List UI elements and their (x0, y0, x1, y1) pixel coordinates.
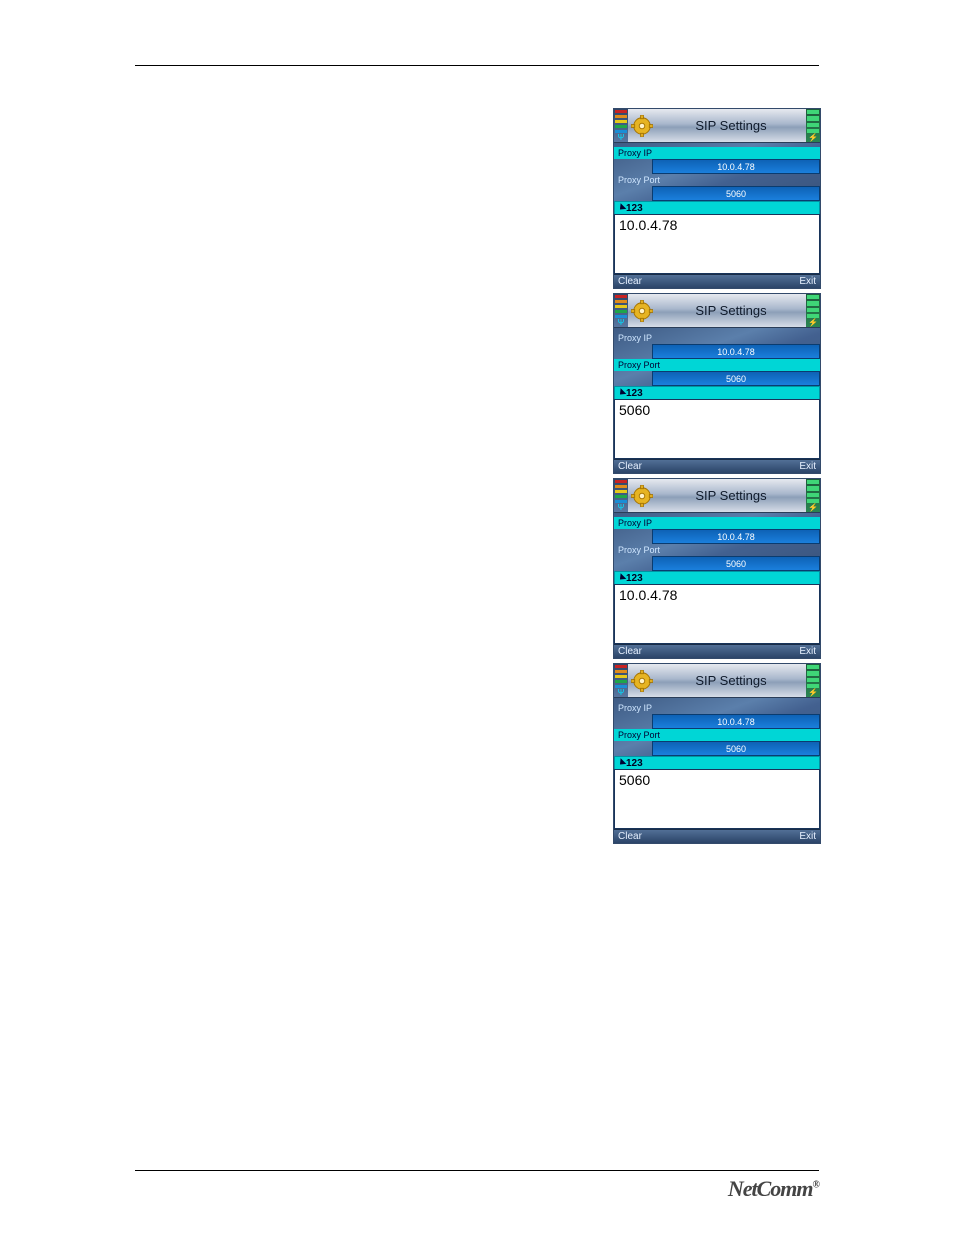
proxy-ip-label: Proxy IP (614, 703, 652, 713)
proxy-port-label: Proxy Port (614, 360, 660, 370)
screen-title: SIP Settings (656, 664, 806, 697)
softkey-bar: Clear Exit (614, 829, 820, 843)
screen-header: Ψ SIP Settings ⚡ (614, 294, 820, 328)
signal-icon: Ψ (614, 109, 628, 142)
input-field[interactable]: 10.0.4.78 (614, 584, 820, 644)
input-field[interactable]: 5060 (614, 399, 820, 459)
softkey-clear[interactable]: Clear (618, 831, 642, 842)
signal-icon: Ψ (614, 479, 628, 512)
screen-header: Ψ SIP Settings ⚡ (614, 664, 820, 698)
proxy-port-field[interactable]: Proxy Port 5060 (614, 544, 820, 571)
softkey-bar: Clear Exit (614, 459, 820, 473)
proxy-ip-field[interactable]: Proxy IP 10.0.4.78 (614, 517, 820, 544)
gear-icon (628, 294, 656, 327)
gear-icon (628, 109, 656, 142)
proxy-port-label: Proxy Port (614, 175, 660, 185)
screen-header: Ψ SIP Settings ⚡ (614, 479, 820, 513)
proxy-port-field[interactable]: Proxy Port 5060 (614, 359, 820, 386)
proxy-port-field[interactable]: Proxy Port 5060 (614, 729, 820, 756)
screen-4: Ψ SIP Settings ⚡ Proxy IP 10.0.4.78 Prox… (613, 663, 821, 844)
screen-body: Proxy IP 10.0.4.78 Proxy Port 5060 (614, 143, 820, 201)
softkey-exit[interactable]: Exit (799, 831, 816, 842)
screen-title: SIP Settings (656, 294, 806, 327)
brand-logo-mark: ® (813, 1180, 819, 1191)
battery-icon: ⚡ (806, 294, 820, 327)
softkey-bar: Clear Exit (614, 644, 820, 658)
screen-3: Ψ SIP Settings ⚡ Proxy IP 10.0.4.78 Prox… (613, 478, 821, 659)
battery-icon: ⚡ (806, 479, 820, 512)
proxy-port-label: Proxy Port (614, 545, 660, 555)
input-mode-indicator: 123 (614, 756, 820, 769)
screen-title: SIP Settings (656, 479, 806, 512)
softkey-exit[interactable]: Exit (799, 646, 816, 657)
proxy-port-field[interactable]: Proxy Port 5060 (614, 174, 820, 201)
proxy-ip-label: Proxy IP (614, 518, 652, 528)
input-mode-indicator: 123 (614, 386, 820, 399)
softkey-bar: Clear Exit (614, 274, 820, 288)
input-mode-indicator: 123 (614, 201, 820, 214)
brand-logo-text: NetComm (728, 1176, 813, 1201)
softkey-exit[interactable]: Exit (799, 461, 816, 472)
top-rule (135, 65, 819, 66)
screen-2: Ψ SIP Settings ⚡ Proxy IP 10.0.4.78 Prox… (613, 293, 821, 474)
proxy-ip-label: Proxy IP (614, 333, 652, 343)
proxy-ip-value: 10.0.4.78 (652, 529, 820, 544)
screen-stack: Ψ SIP Settings ⚡ Proxy IP 10.0.4.78 Prox… (613, 108, 821, 848)
proxy-ip-value: 10.0.4.78 (652, 714, 820, 729)
proxy-port-value: 5060 (652, 186, 820, 201)
bottom-rule (135, 1170, 819, 1171)
screen-header: Ψ SIP Settings ⚡ (614, 109, 820, 143)
softkey-clear[interactable]: Clear (618, 461, 642, 472)
input-mode-indicator: 123 (614, 571, 820, 584)
battery-icon: ⚡ (806, 109, 820, 142)
screen-body: Proxy IP 10.0.4.78 Proxy Port 5060 (614, 698, 820, 756)
proxy-port-value: 5060 (652, 371, 820, 386)
proxy-ip-label: Proxy IP (614, 148, 652, 158)
gear-icon (628, 664, 656, 697)
signal-icon: Ψ (614, 664, 628, 697)
proxy-port-label: Proxy Port (614, 730, 660, 740)
signal-icon: Ψ (614, 294, 628, 327)
softkey-clear[interactable]: Clear (618, 646, 642, 657)
battery-icon: ⚡ (806, 664, 820, 697)
proxy-ip-field[interactable]: Proxy IP 10.0.4.78 (614, 702, 820, 729)
softkey-clear[interactable]: Clear (618, 276, 642, 287)
screen-title: SIP Settings (656, 109, 806, 142)
proxy-port-value: 5060 (652, 556, 820, 571)
gear-icon (628, 479, 656, 512)
proxy-port-value: 5060 (652, 741, 820, 756)
screen-body: Proxy IP 10.0.4.78 Proxy Port 5060 (614, 513, 820, 571)
proxy-ip-value: 10.0.4.78 (652, 344, 820, 359)
proxy-ip-field[interactable]: Proxy IP 10.0.4.78 (614, 147, 820, 174)
proxy-ip-value: 10.0.4.78 (652, 159, 820, 174)
screen-1: Ψ SIP Settings ⚡ Proxy IP 10.0.4.78 Prox… (613, 108, 821, 289)
input-field[interactable]: 5060 (614, 769, 820, 829)
softkey-exit[interactable]: Exit (799, 276, 816, 287)
input-field[interactable]: 10.0.4.78 (614, 214, 820, 274)
brand-logo: NetComm® (728, 1176, 819, 1202)
screen-body: Proxy IP 10.0.4.78 Proxy Port 5060 (614, 328, 820, 386)
proxy-ip-field[interactable]: Proxy IP 10.0.4.78 (614, 332, 820, 359)
